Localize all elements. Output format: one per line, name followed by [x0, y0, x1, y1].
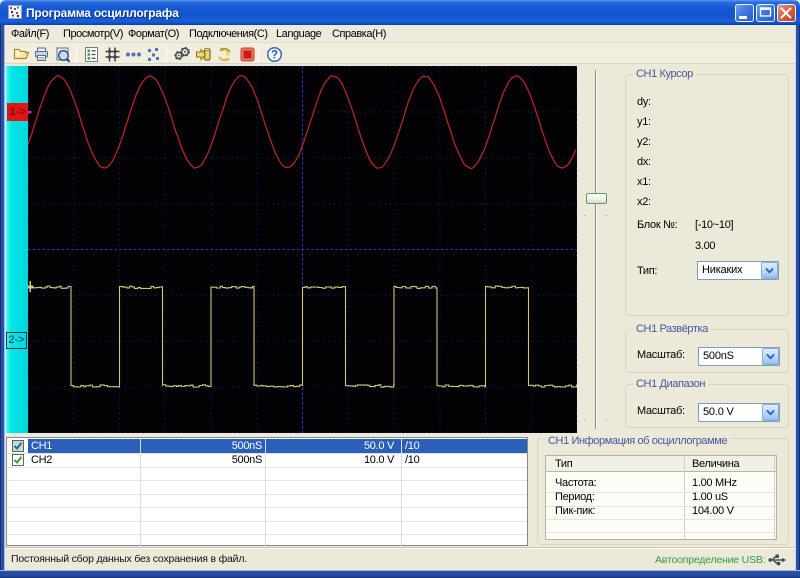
svg-text:?: ? — [271, 50, 278, 62]
